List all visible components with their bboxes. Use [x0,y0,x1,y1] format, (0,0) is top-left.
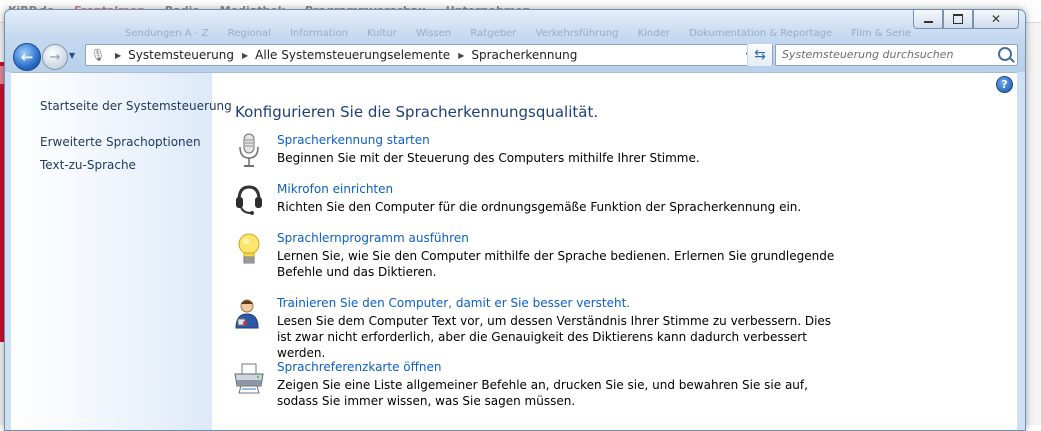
train-computer-link[interactable]: Trainieren Sie den Computer, damit er Si… [277,296,630,310]
open-reference-card-link[interactable]: Sprachreferenzkarte öffnen [277,360,441,374]
close-icon: ✕ [990,12,1002,26]
caption-buttons: ✕ [913,10,1019,29]
forward-button[interactable]: → [42,44,68,70]
task-description: Lernen Sie, wie Sie den Computer mithilf… [277,249,835,279]
breadcrumb-separator-icon[interactable]: ▶ [115,51,121,60]
minimize-button[interactable] [913,10,943,29]
sidebar-link-home[interactable]: Startseite der Systemsteuerung [40,99,232,113]
printer-icon [234,363,264,394]
ghost-menu-item: Kultur [367,28,397,39]
minimize-icon [923,21,933,23]
back-button[interactable]: ← [13,43,41,71]
breadcrumb-systemsteuerung[interactable]: Systemsteuerung [128,48,234,62]
breadcrumb-separator-icon[interactable]: ▶ [458,51,464,60]
microphone-icon [239,133,259,167]
microphone-icon: 🎙 [90,48,106,62]
task-description: Lesen Sie dem Computer Text vor, um dess… [277,314,832,360]
refresh-icon: ⇆ [754,47,766,63]
speech-tutorial-link[interactable]: Sprachlernprogramm ausführen [277,231,469,245]
refresh-button[interactable]: ⇆ [747,44,772,66]
search-box[interactable] [775,44,1018,66]
background-ghost-menu: Sendungen A - Z Regional Information Kul… [125,28,925,42]
help-icon[interactable]: ? [996,76,1013,93]
setup-microphone-link[interactable]: Mikrofon einrichten [277,182,393,196]
breadcrumb-alle-elemente[interactable]: Alle Systemsteuerungselemente [255,48,450,62]
arrow-right-icon: → [49,49,61,65]
close-button[interactable]: ✕ [973,10,1019,29]
task-description: Zeigen Sie eine Liste allgemeiner Befehl… [277,378,808,408]
sidebar-link-text-to-speech[interactable]: Text-zu-Sprache [40,158,136,172]
ghost-menu-item: Film & Serie [851,28,912,39]
ghost-menu-item: Information [290,28,348,39]
page-title: Konfigurieren Sie die Spracherkennungsqu… [235,103,599,121]
task-description: Richten Sie den Computer für die ordnung… [277,200,802,214]
maximize-icon [953,14,963,24]
task-pane: Startseite der Systemsteuerung Erweitert… [11,73,232,430]
start-speech-recognition-link[interactable]: Spracherkennung starten [277,133,430,147]
ghost-menu-item: Dokumentation & Reportage [689,28,833,39]
ghost-menu-item: Ratgeber [470,28,517,39]
search-icon[interactable] [998,47,1012,61]
ghost-menu-item: Verkehrsführung [535,28,619,39]
recent-pages-button[interactable]: ▼ [69,51,79,61]
content-area: Startseite der Systemsteuerung Erweitert… [11,72,1017,430]
task-description: Beginnen Sie mit der Steuerung des Compu… [277,151,700,165]
maximize-button[interactable] [943,10,973,29]
ghost-menu-item: Regional [227,28,271,39]
lightbulb-icon [238,233,260,264]
user-speaking-icon [235,299,259,329]
control-panel-window: Sendungen A - Z Regional Information Kul… [4,9,1026,431]
arrow-left-icon: ← [20,48,34,66]
address-bar[interactable]: 🎙 ▶ Systemsteuerung ▶ Alle Systemsteueru… [85,44,773,66]
headset-icon [236,185,262,215]
search-input[interactable] [782,47,992,62]
sidebar-link-advanced-speech-options[interactable]: Erweiterte Sprachoptionen [40,135,201,149]
chevron-down-icon: ▼ [69,51,76,60]
ghost-menu-item: Kinder [637,28,670,39]
ghost-menu-item: Sendungen A - Z [125,28,209,39]
ghost-menu-item: Wissen [415,28,452,39]
breadcrumb-spracherkennung[interactable]: Spracherkennung [471,48,577,62]
breadcrumb-separator-icon[interactable]: ▶ [242,51,248,60]
